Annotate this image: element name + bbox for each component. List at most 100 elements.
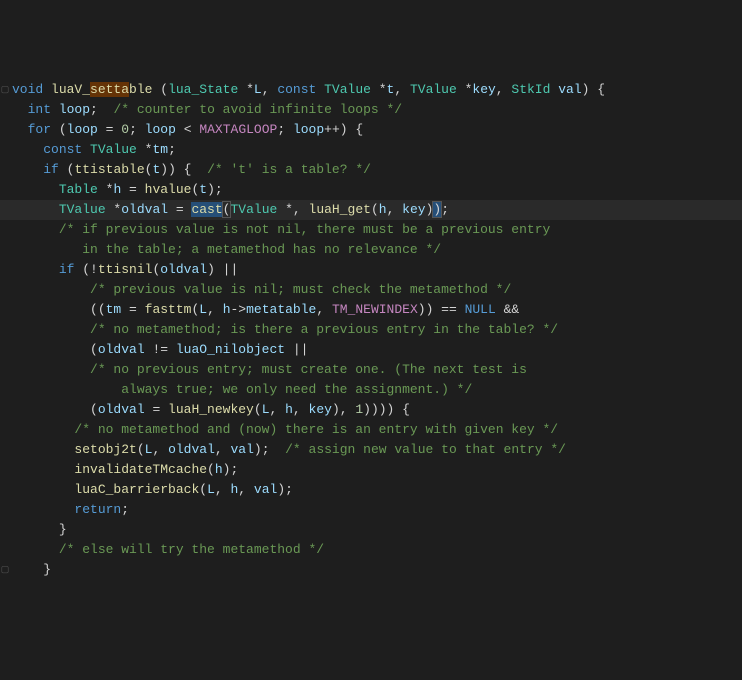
token-kw: return xyxy=(74,502,121,517)
token-pn: , xyxy=(394,82,410,97)
token-id2: oldval xyxy=(168,442,215,457)
token-fn: hvalue xyxy=(145,182,192,197)
token-mac: MAXTAGLOOP xyxy=(199,122,277,137)
token-pn: ; xyxy=(168,142,176,157)
token-kw: NULL xyxy=(465,302,496,317)
token-id2: loop xyxy=(59,102,90,117)
token-kw: int xyxy=(28,102,59,117)
token-id2: h xyxy=(223,302,231,317)
token-id2: loop xyxy=(293,122,324,137)
token-id2: key xyxy=(309,402,332,417)
token-pn: , xyxy=(152,442,168,457)
token-pn: *, xyxy=(277,202,308,217)
token-cm: in the table; a metamethod has no releva… xyxy=(82,242,441,257)
token-op: * xyxy=(137,142,153,157)
token-id2: L xyxy=(207,482,215,497)
fold-marker-icon[interactable]: ▢ xyxy=(0,80,10,100)
token-pn: ; xyxy=(129,122,145,137)
token-op: -> xyxy=(231,302,247,317)
token-cm: always true; we only need the assignment… xyxy=(121,382,472,397)
token-pn: , xyxy=(207,302,223,317)
token-cm: /* assign new value to that entry */ xyxy=(285,442,566,457)
token-ty: TValue xyxy=(230,202,277,217)
token-cm: /* previous value is nil; must check the… xyxy=(90,282,511,297)
code-line[interactable]: /* no metamethod; is there a previous en… xyxy=(12,320,742,340)
token-fn: luaH_get xyxy=(309,202,371,217)
token-pn: ( xyxy=(199,482,207,497)
token-pn: ), xyxy=(332,402,355,417)
token-pn: (( xyxy=(90,302,106,317)
token-pn: ( xyxy=(59,122,67,137)
token-id2: loop xyxy=(67,122,98,137)
token-id2: L xyxy=(254,82,262,97)
fold-marker-icon[interactable]: ▢ xyxy=(0,560,10,580)
code-line[interactable]: /* no previous entry; must create one. (… xyxy=(12,360,742,380)
code-line[interactable]: } xyxy=(12,520,742,540)
token-pn: ) { xyxy=(582,82,605,97)
code-line[interactable]: for (loop = 0; loop < MAXTAGLOOP; loop++… xyxy=(12,120,742,140)
code-line[interactable]: invalidateTMcache(h); xyxy=(12,460,742,480)
token-pn: ( xyxy=(152,82,168,97)
token-pn: ; xyxy=(90,102,113,117)
token-id2: L xyxy=(262,402,270,417)
token-fn: invalidateTMcache xyxy=(74,462,207,477)
token-id2: L xyxy=(199,302,207,317)
token-pn: ); xyxy=(254,442,285,457)
token-id2: h xyxy=(379,202,387,217)
code-line[interactable]: in the table; a metamethod has no releva… xyxy=(12,240,742,260)
token-ty: TValue xyxy=(324,82,371,97)
code-line[interactable]: TValue *oldval = cast(TValue *, luaH_get… xyxy=(12,200,742,220)
code-line[interactable]: Table *h = hvalue(t); xyxy=(12,180,742,200)
token-id2: h xyxy=(215,462,223,477)
token-id2: h xyxy=(285,402,293,417)
code-editor[interactable]: ▢void luaV_settable (lua_State *L, const… xyxy=(0,80,742,580)
token-fn: luaC_barrierback xyxy=(74,482,199,497)
code-line[interactable]: setobj2t(L, oldval, val); /* assign new … xyxy=(12,440,742,460)
code-line[interactable]: if (!ttisnil(oldval) || xyxy=(12,260,742,280)
code-line[interactable]: ((tm = fasttm(L, h->metatable, TM_NEWIND… xyxy=(12,300,742,320)
token-num: 0 xyxy=(121,122,129,137)
code-line[interactable]: /* previous value is nil; must check the… xyxy=(12,280,742,300)
token-pn: , xyxy=(215,482,231,497)
token-op: != xyxy=(145,342,176,357)
code-line[interactable]: return; xyxy=(12,500,742,520)
token-kw: if xyxy=(43,162,66,177)
code-line[interactable]: (oldval = luaH_newkey(L, h, key), 1)))) … xyxy=(12,400,742,420)
token-pn: , xyxy=(293,402,309,417)
token-cm: /* 't' is a table? */ xyxy=(207,162,371,177)
token-id2: key xyxy=(402,202,425,217)
code-line[interactable]: ▢ } xyxy=(12,560,742,580)
code-line[interactable]: /* if previous value is not nil, there m… xyxy=(12,220,742,240)
token-op: = xyxy=(121,182,144,197)
code-line[interactable]: (oldval != luaO_nilobject || xyxy=(12,340,742,360)
token-pn: ); xyxy=(223,462,239,477)
token-op: * xyxy=(106,202,122,217)
token-pn: ( xyxy=(90,402,98,417)
token-ty: lua_State xyxy=(168,82,238,97)
token-pn: , xyxy=(238,482,254,497)
token-fn: setobj2t xyxy=(74,442,136,457)
token-op: && xyxy=(496,302,519,317)
token-kw: const xyxy=(43,142,90,157)
code-line[interactable]: luaC_barrierback(L, h, val); xyxy=(12,480,742,500)
token-cm: /* if previous value is not nil, there m… xyxy=(59,222,550,237)
code-line[interactable]: ▢void luaV_settable (lua_State *L, const… xyxy=(12,80,742,100)
code-line[interactable]: /* no metamethod and (now) there is an e… xyxy=(12,420,742,440)
code-line[interactable]: /* else will try the metamethod */ xyxy=(12,540,742,560)
token-fn: luaV_ xyxy=(51,82,90,97)
token-id2: key xyxy=(472,82,495,97)
token-kw: void xyxy=(12,82,51,97)
token-id2: oldval xyxy=(121,202,168,217)
token-id2: val xyxy=(558,82,581,97)
token-op: = xyxy=(98,122,121,137)
token-pn: ; xyxy=(277,122,293,137)
code-line[interactable]: const TValue *tm; xyxy=(12,140,742,160)
code-line[interactable]: if (ttistable(t)) { /* 't' is a table? *… xyxy=(12,160,742,180)
token-op: < xyxy=(176,122,199,137)
code-line[interactable]: always true; we only need the assignment… xyxy=(12,380,742,400)
token-id2: oldval xyxy=(160,262,207,277)
token-fn: fasttm xyxy=(145,302,192,317)
token-pn: , xyxy=(270,402,286,417)
code-line[interactable]: int loop; /* counter to avoid infinite l… xyxy=(12,100,742,120)
token-op: || xyxy=(285,342,308,357)
